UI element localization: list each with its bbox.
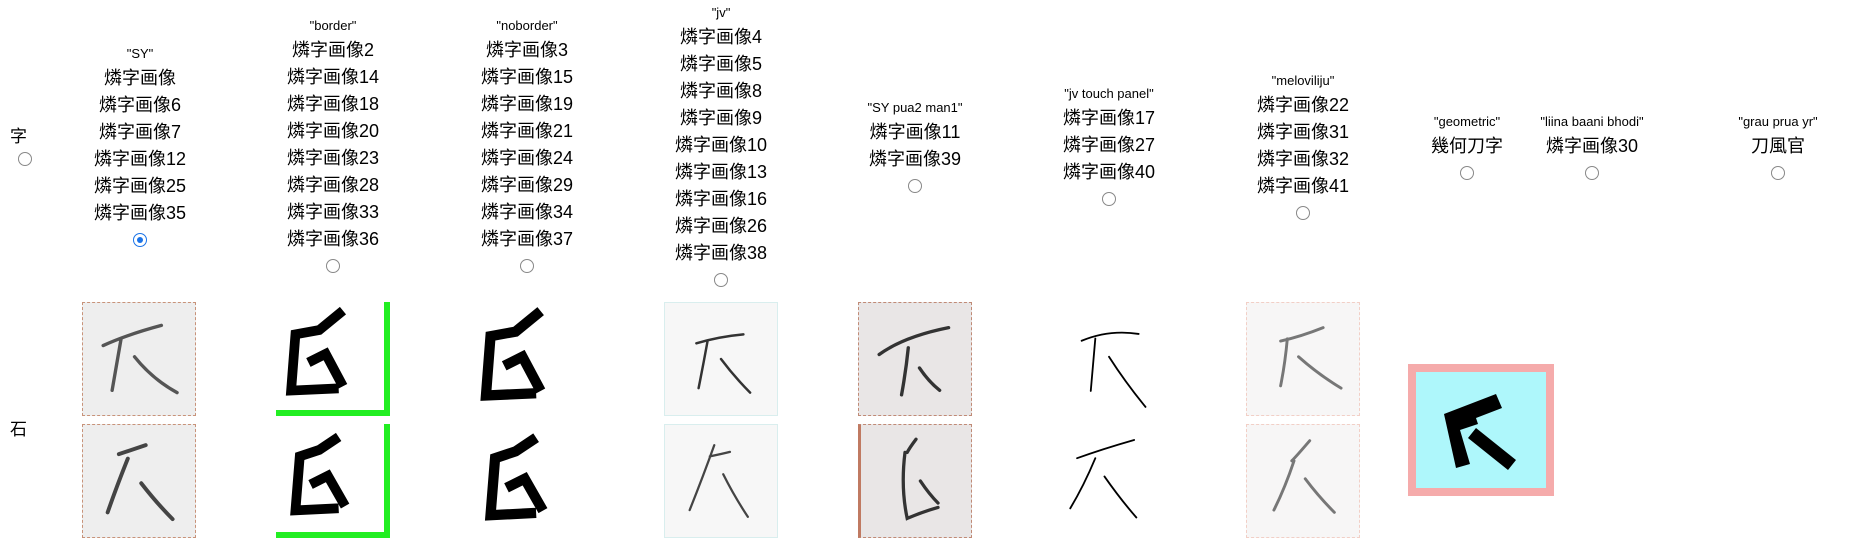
font-option: 燐字画像28 (286, 175, 380, 195)
font-option: 燐字画像40 (1062, 162, 1156, 182)
font-option: 燐字画像8 (679, 81, 762, 101)
font-option: 燐字画像13 (674, 162, 768, 182)
glyph-sample-sy-pua2-man1-ishi (858, 424, 972, 538)
font-option: 燐字画像 (104, 68, 176, 88)
column-sy: "SY" 燐字画像 燐字画像6 燐字画像7 燐字画像12 燐字画像25 燐字画像… (65, 43, 215, 247)
glyph-sample-noborder-ishi (470, 424, 584, 538)
font-option: 燐字画像29 (480, 175, 574, 195)
font-option: 燐字画像33 (286, 202, 380, 222)
font-option: 燐字画像31 (1256, 122, 1350, 142)
glyph-sample-jv-ji (664, 302, 778, 416)
glyph-sample-sy-ji (82, 302, 196, 416)
font-option: 燐字画像17 (1062, 108, 1156, 128)
font-option: 燐字画像10 (674, 135, 768, 155)
glyph-sample-noborder-ji (470, 302, 584, 416)
font-option: 燐字画像20 (286, 121, 380, 141)
font-option: 燐字画像34 (480, 202, 574, 222)
select-radio-border[interactable] (326, 259, 340, 273)
glyph-sample-border-ishi (276, 424, 390, 538)
column-tag: "border" (309, 18, 357, 33)
column-border: "border" 燐字画像2 燐字画像14 燐字画像18 燐字画像20 燐字画像… (258, 15, 408, 273)
font-option: 燐字画像11 (869, 122, 961, 142)
font-option: 燐字画像9 (679, 108, 762, 128)
font-option: 燐字画像18 (286, 94, 380, 114)
font-option: 燐字画像3 (485, 40, 568, 60)
font-option: 燐字画像35 (93, 203, 187, 223)
column-liina-baani-bhodi: "liina baani bhodi" 燐字画像30 (1517, 111, 1667, 180)
select-radio-noborder[interactable] (520, 259, 534, 273)
font-option: 燐字画像27 (1062, 135, 1156, 155)
row-label-ji: 字 (10, 127, 27, 146)
font-option: 燐字画像41 (1256, 176, 1350, 196)
select-radio-liina-baani-bhodi[interactable] (1585, 166, 1599, 180)
select-radio-sy[interactable] (133, 233, 147, 247)
font-option: 燐字画像21 (480, 121, 574, 141)
column-tag: "meloviliju" (1271, 73, 1335, 88)
glyph-sample-border-ji (276, 302, 390, 416)
font-option: 燐字画像26 (674, 216, 768, 236)
select-radio-meloviliju[interactable] (1296, 206, 1310, 220)
font-option: 燐字画像32 (1256, 149, 1350, 169)
select-radio-sy-pua2-man1[interactable] (908, 179, 922, 193)
glyph-sample-geometric (1408, 364, 1554, 496)
glyph-sample-meloviliju-ji (1246, 302, 1360, 416)
column-tag: "noborder" (496, 18, 558, 33)
column-grau-prua-yr: "grau prua yr" 刀風官 (1703, 111, 1850, 180)
glyph-sample-sy-ishi (82, 424, 196, 538)
column-tag: "jv touch panel" (1064, 86, 1154, 101)
font-option: 燐字画像5 (679, 54, 762, 74)
row-radio[interactable] (18, 152, 32, 166)
row-label-ishi: 石 (10, 420, 27, 439)
column-tag: "liina baani bhodi" (1540, 114, 1644, 129)
font-option: 燐字画像14 (286, 67, 380, 87)
font-option: 燐字画像23 (286, 148, 380, 168)
glyph-sample-jv-touch-panel-ji (1052, 302, 1166, 416)
font-option: 燐字画像19 (480, 94, 574, 114)
font-option: 燐字画像24 (480, 148, 574, 168)
select-radio-geometric[interactable] (1460, 166, 1474, 180)
font-option: 燐字画像38 (674, 243, 768, 263)
font-option: 燐字画像16 (674, 189, 768, 209)
font-option: 燐字画像25 (93, 176, 187, 196)
font-option: 燐字画像37 (480, 229, 574, 249)
font-option: 燐字画像36 (286, 229, 380, 249)
column-noborder: "noborder" 燐字画像3 燐字画像15 燐字画像19 燐字画像21 燐字… (452, 15, 602, 273)
select-radio-jv[interactable] (714, 273, 728, 287)
column-jv-touch-panel: "jv touch panel" 燐字画像17 燐字画像27 燐字画像40 (1034, 83, 1184, 206)
glyph-sample-jv-ishi (664, 424, 778, 538)
column-tag: "SY" (126, 46, 154, 61)
glyph-sample-sy-pua2-man1-ji (858, 302, 972, 416)
column-jv: "jv" 燐字画像4 燐字画像5 燐字画像8 燐字画像9 燐字画像10 燐字画像… (646, 2, 796, 287)
font-option: 燐字画像2 (291, 40, 374, 60)
select-radio-grau-prua-yr[interactable] (1771, 166, 1785, 180)
font-option: 燐字画像12 (93, 149, 187, 169)
font-option: 燐字画像30 (1545, 136, 1639, 156)
column-tag: "jv" (711, 5, 731, 20)
glyph-sample-meloviliju-ishi (1246, 424, 1360, 538)
font-option: 刀風官 (1751, 136, 1805, 156)
column-tag: "SY pua2 man1" (867, 100, 963, 115)
select-radio-jv-touch-panel[interactable] (1102, 192, 1116, 206)
font-option: 燐字画像15 (480, 67, 574, 87)
glyph-sample-jv-touch-panel-ishi (1052, 424, 1166, 538)
font-option: 燐字画像7 (98, 122, 181, 142)
column-sy-pua2-man1: "SY pua2 man1" 燐字画像11 燐字画像39 (840, 97, 990, 193)
column-tag: "grau prua yr" (1738, 114, 1818, 129)
font-option: 燐字画像4 (679, 27, 762, 47)
font-option: 燐字画像39 (868, 149, 962, 169)
font-option: 燐字画像22 (1256, 95, 1350, 115)
font-option: 燐字画像6 (98, 95, 181, 115)
column-meloviliju: "meloviliju" 燐字画像22 燐字画像31 燐字画像32 燐字画像41 (1228, 70, 1378, 220)
